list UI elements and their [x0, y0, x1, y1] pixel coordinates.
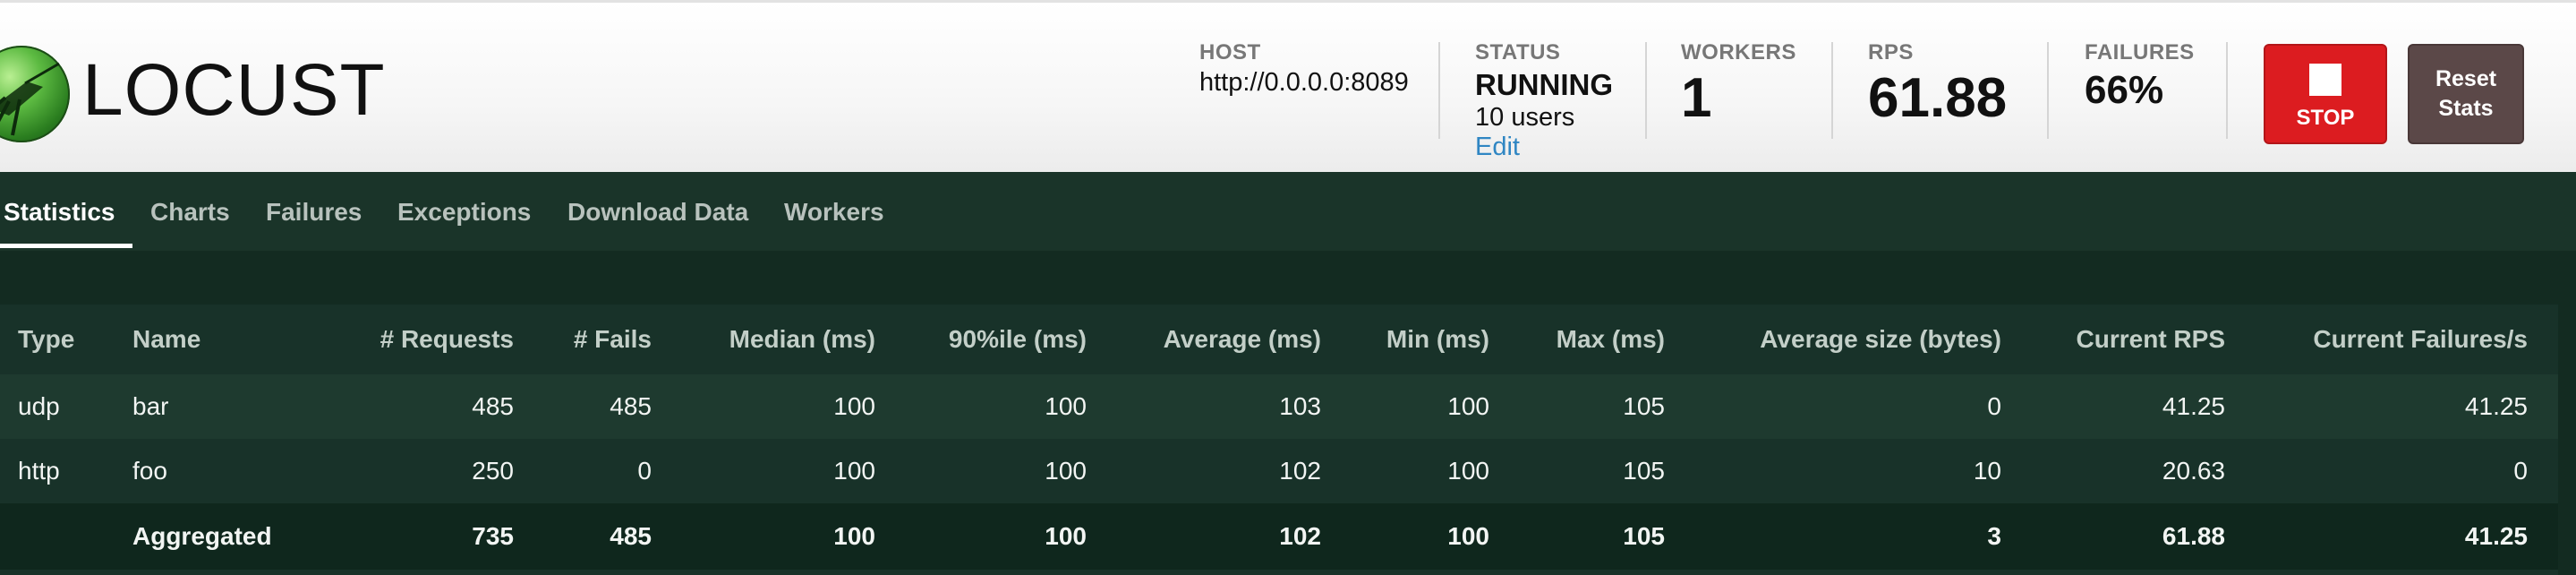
column-header[interactable]: # Fails — [514, 305, 652, 374]
table-row: udp bar 485 485 100 100 103 100 105 0 41… — [0, 374, 2558, 439]
workers-value: 1 — [1681, 67, 1712, 129]
table-cell: 485 — [514, 503, 652, 570]
column-header[interactable]: Name — [132, 305, 340, 374]
workers-label: WORKERS — [1681, 40, 1796, 64]
table-cell: 100 — [652, 374, 875, 439]
column-header[interactable]: Min (ms) — [1321, 305, 1489, 374]
table-cell: 100 — [1447, 457, 1489, 485]
rps-value: 61.88 — [1868, 67, 2008, 129]
table-cell: 41.25 — [2225, 503, 2558, 570]
status-value: RUNNING — [1475, 68, 1613, 101]
divider — [2226, 42, 2228, 139]
divider — [2047, 42, 2049, 139]
table-cell: 102 — [1087, 503, 1321, 570]
table-cell: 0 — [637, 457, 652, 485]
aggregated-row: Aggregated 735 485 100 100 102 100 105 3… — [0, 503, 2558, 570]
status-label: STATUS — [1475, 40, 1561, 64]
table-cell: Aggregated — [132, 503, 340, 570]
tab-statistics[interactable]: Statistics — [4, 172, 115, 251]
host-value: http://0.0.0.0:8089 — [1199, 68, 1409, 97]
table-cell: 100 — [1321, 503, 1489, 570]
table-cell: 735 — [340, 503, 514, 570]
table-cell: 100 — [875, 503, 1087, 570]
reset-label-line1: Reset — [2435, 66, 2497, 91]
table-cell: 0 — [2513, 457, 2528, 485]
workers-stat: WORKERS 1 — [1681, 40, 1796, 130]
table-cell: 105 — [1489, 503, 1665, 570]
failures-value: 66% — [2085, 68, 2164, 112]
table-cell: 485 — [514, 374, 652, 439]
divider — [1831, 42, 1833, 139]
table-cell: 250 — [472, 457, 514, 485]
stop-icon — [2309, 64, 2341, 96]
table-cell: 10 — [1973, 457, 2001, 485]
table-cell: udp — [0, 374, 132, 439]
table-header-row: Type Name # Requests # Fails Median (ms)… — [0, 305, 2558, 374]
column-header[interactable]: Max (ms) — [1489, 305, 1665, 374]
table-cell: 103 — [1087, 374, 1321, 439]
stop-button[interactable]: STOP — [2264, 44, 2387, 144]
failures-stat: FAILURES 66% — [2085, 40, 2195, 114]
table-cell: 100 — [875, 374, 1087, 439]
reset-stats-button[interactable]: Reset Stats — [2408, 44, 2524, 144]
rps-label: RPS — [1868, 40, 1914, 64]
table-cell: 61.88 — [2001, 503, 2225, 570]
table-cell: http — [18, 457, 60, 485]
tab-exceptions[interactable]: Exceptions — [397, 172, 531, 251]
reset-label-line2: Stats — [2438, 96, 2494, 121]
status-stat: STATUS RUNNING 10 users Edit — [1475, 40, 1613, 162]
stats-table: Type Name # Requests # Fails Median (ms)… — [0, 305, 2558, 570]
column-header[interactable]: # Requests — [340, 305, 514, 374]
logo-wordmark: LOCUST — [82, 49, 386, 131]
column-header[interactable]: Type — [0, 305, 132, 374]
table-cell: 20.63 — [2162, 457, 2225, 485]
table-cell: foo — [132, 457, 167, 485]
column-header[interactable]: Current RPS — [2001, 305, 2225, 374]
divider — [1438, 42, 1440, 139]
tab-workers[interactable]: Workers — [784, 172, 884, 251]
table-cell: 102 — [1279, 457, 1321, 485]
table-cell: 100 — [1321, 374, 1489, 439]
header-bar: LOCUST HOST http://0.0.0.0:8089 STATUS R… — [0, 0, 2576, 172]
table-cell: 3 — [1665, 503, 2001, 570]
tab-download-data[interactable]: Download Data — [567, 172, 748, 251]
tab-failures[interactable]: Failures — [266, 172, 362, 251]
table-cell: 105 — [1623, 457, 1665, 485]
table-cell: 41.25 — [2225, 374, 2558, 439]
column-header[interactable]: Average size (bytes) — [1665, 305, 2001, 374]
table-cell: 485 — [340, 374, 514, 439]
table-cell: 41.25 — [2001, 374, 2225, 439]
tab-charts[interactable]: Charts — [150, 172, 230, 251]
table-cell: 100 — [833, 457, 875, 485]
table-cell — [0, 503, 132, 570]
table-cell: 100 — [1045, 457, 1087, 485]
column-header[interactable]: Average (ms) — [1087, 305, 1321, 374]
host-stat: HOST http://0.0.0.0:8089 — [1199, 40, 1409, 98]
table-cell: 100 — [652, 503, 875, 570]
table-cell: bar — [132, 374, 340, 439]
rps-stat: RPS 61.88 — [1868, 40, 2007, 130]
failures-label: FAILURES — [2085, 40, 2195, 64]
column-header[interactable]: 90%ile (ms) — [875, 305, 1087, 374]
tab-bar: Statistics Charts Failures Exceptions Do… — [0, 172, 2576, 251]
column-header[interactable]: Median (ms) — [652, 305, 875, 374]
table-cell: 0 — [1665, 374, 2001, 439]
column-header[interactable]: Current Failures/s — [2225, 305, 2558, 374]
table-cell: 105 — [1489, 374, 1665, 439]
user-count: 10 users — [1475, 103, 1575, 132]
table-row: http foo 250 0 100 100 102 100 105 10 20… — [0, 439, 2558, 503]
host-label: HOST — [1199, 40, 1261, 64]
divider — [1645, 42, 1647, 139]
active-tab-indicator — [0, 244, 132, 248]
edit-users-link[interactable]: Edit — [1475, 132, 1613, 162]
stop-button-label: STOP — [2296, 106, 2355, 130]
stats-table-container: Type Name # Requests # Fails Median (ms)… — [0, 305, 2558, 575]
locust-insect-icon — [0, 62, 60, 136]
